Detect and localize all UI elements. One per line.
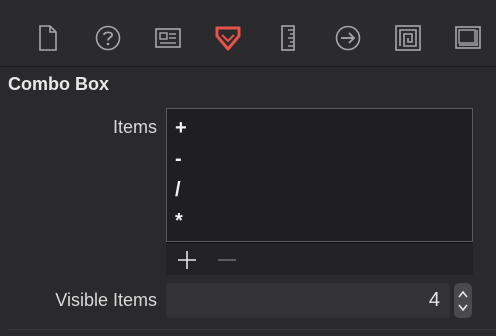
chevron-up-icon[interactable] [458,290,468,297]
remove-item-button[interactable] [214,249,240,271]
bindings-inspector-icon[interactable] [391,21,425,55]
inspector-toolbar [0,0,496,66]
chevron-down-icon[interactable] [458,304,468,311]
visible-items-label: Visible Items [55,290,157,310]
size-inspector-icon[interactable] [271,21,305,55]
attributes-inspector-icon[interactable] [211,21,245,55]
visible-items-field[interactable]: 4 [166,283,450,318]
visible-items-value: 4 [428,289,440,311]
help-inspector-icon[interactable] [91,21,125,55]
items-label: Items [112,117,157,137]
items-list-footer [166,242,473,275]
list-item[interactable]: * [175,210,183,233]
minus-icon [218,259,236,261]
section-title: Combo Box [8,74,109,94]
list-item[interactable]: / [175,179,181,202]
visible-items-stepper[interactable] [454,283,472,318]
list-item[interactable]: - [175,148,182,171]
identity-inspector-icon[interactable] [151,21,185,55]
plus-icon [178,251,196,269]
add-item-button[interactable] [174,249,200,271]
list-item[interactable]: + [175,117,187,140]
items-list[interactable]: + - / * [166,108,473,242]
file-inspector-icon[interactable] [31,21,65,55]
section-divider [8,329,496,330]
connections-inspector-icon[interactable] [331,21,365,55]
view-effects-inspector-icon[interactable] [451,21,485,55]
